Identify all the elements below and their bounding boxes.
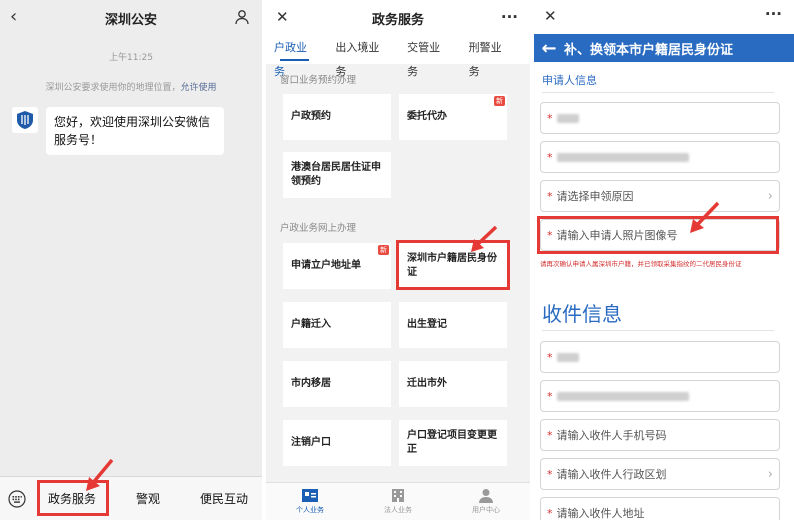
location-notice: 深圳公安要求使用你的地理位置，允许使用 — [0, 80, 262, 93]
red-arrow-icon — [86, 458, 114, 491]
tile-label: 港澳台居民居住证申领预约 — [291, 162, 381, 187]
chat-message: 您好，欢迎使用深圳公安微信服务号！ — [0, 107, 262, 155]
divider — [542, 330, 774, 331]
tile-move-in[interactable]: 户籍迁入 — [283, 302, 391, 348]
close-icon[interactable]: ✕ — [544, 7, 557, 25]
location-notice-text: 深圳公安要求使用你的地理位置， — [45, 83, 181, 93]
building-icon — [392, 489, 404, 502]
tile-hk-macao-taiwan[interactable]: 港澳台居民居住证申领预约 — [283, 152, 391, 198]
red-arrow-icon — [471, 225, 498, 252]
tile-cancel-hukou[interactable]: 注销户口 — [283, 420, 391, 466]
applicant-name-field[interactable]: * — [540, 102, 780, 134]
chevron-right-icon: › — [767, 189, 773, 204]
chevron-right-icon: › — [767, 467, 773, 482]
redacted-value — [556, 352, 579, 362]
gov-services-screen: ✕ 政务服务 ··· 户政业务 出入境业务 交管业务 刑警业务 窗口业务预约办理… — [266, 0, 530, 520]
police-shield-icon — [17, 111, 33, 129]
nav-label: 用户中心 — [472, 506, 500, 514]
tile-label: 市内移居 — [291, 378, 331, 389]
redacted-value — [556, 152, 689, 162]
nav-personal[interactable]: 个人业务 — [266, 483, 354, 520]
red-arrow-icon — [690, 201, 720, 233]
tile-label: 户籍迁入 — [291, 319, 331, 330]
chat-screen: ‹ 深圳公安 上午11:25 深圳公安要求使用你的地理位置，允许使用 您好，欢迎… — [0, 0, 262, 520]
message-bubble: 您好，欢迎使用深圳公安微信服务号！ — [46, 107, 224, 155]
chat-title: 深圳公安 — [104, 12, 157, 28]
services-title: 政务服务 — [371, 12, 424, 28]
address-placeholder: 请输入收件人地址 — [556, 507, 645, 520]
section-online: 户政业务网上办理 — [280, 223, 357, 234]
divider — [542, 92, 774, 93]
nav-user-center[interactable]: 用户中心 — [442, 483, 530, 520]
tile-label: 申请立户地址单 — [291, 260, 361, 271]
recipient-district-select[interactable]: * 请输入收件人行政区划 › — [540, 458, 780, 490]
tile-move-out[interactable]: 迁出市外 — [399, 361, 507, 407]
more-icon[interactable]: ··· — [765, 6, 782, 22]
recipient-phone-input[interactable]: * 请输入收件人手机号码 — [540, 419, 780, 451]
tab-jiaoguan[interactable]: 交管业务 — [407, 36, 448, 78]
recipient-id-field[interactable]: * — [540, 380, 780, 412]
tile-label: 迁出市外 — [407, 378, 447, 389]
chat-topbar: ‹ 深圳公安 — [0, 0, 262, 36]
menu-convenience[interactable]: 便民互动 — [186, 490, 262, 507]
tab-xingjing[interactable]: 刑警业务 — [469, 36, 510, 78]
district-placeholder: 请输入收件人行政区划 — [556, 468, 667, 481]
bottom-nav: 个人业务 法人业务 用户中心 — [266, 482, 530, 520]
redacted-value — [556, 113, 579, 123]
services-topbar: ✕ 政务服务 ··· — [266, 0, 530, 36]
delivery-section-title: 收件信息 — [542, 302, 622, 326]
id-card-form-screen: ✕ ··· ← 补、换领本市户籍居民身份证 申请人信息 * * * 请选择申领原因… — [534, 0, 794, 520]
services-tabs: 户政业务 出入境业务 交管业务 刑警业务 — [266, 36, 530, 78]
tile-birth[interactable]: 出生登记 — [399, 302, 507, 348]
tile-address-form[interactable]: 申请立户地址单 新 — [283, 243, 391, 289]
tile-label: 户口登记项目变更更正 — [407, 430, 497, 455]
new-badge: 新 — [378, 245, 389, 255]
recipient-address-input[interactable]: * 请输入收件人地址 — [540, 497, 780, 520]
tile-label: 出生登记 — [407, 319, 447, 330]
more-icon[interactable]: ··· — [501, 9, 518, 25]
profile-icon[interactable] — [234, 9, 250, 28]
nav-label: 个人业务 — [296, 506, 324, 514]
redacted-value — [556, 391, 689, 401]
tile-record-change[interactable]: 户口登记项目变更更正 — [399, 420, 507, 466]
close-icon[interactable]: ✕ — [276, 8, 289, 26]
back-chevron-icon[interactable]: ‹ — [10, 8, 17, 26]
tile-label: 委托代办 — [407, 111, 447, 122]
applicant-section-title: 申请人信息 — [542, 74, 597, 87]
fingerprint-note: 请再次确认申请人属深圳市户籍，并已领取采集指纹的二代居民身份证 — [540, 260, 742, 268]
tab-huzheng[interactable]: 户政业务 — [274, 36, 315, 78]
back-arrow-icon[interactable]: ← — [534, 38, 564, 59]
message-time: 上午11:25 — [109, 53, 153, 63]
user-icon — [479, 489, 493, 503]
personal-icon — [302, 489, 318, 502]
form-header: ← 补、换领本市户籍居民身份证 — [534, 34, 794, 62]
reason-placeholder: 请选择申领原因 — [556, 190, 634, 203]
phone-placeholder: 请输入收件人手机号码 — [556, 429, 667, 442]
form-title: 补、换领本市户籍居民身份证 — [564, 42, 734, 58]
highlight-box — [537, 216, 779, 254]
menu-jingguan[interactable]: 警观 — [110, 490, 186, 507]
tab-churujing[interactable]: 出入境业务 — [335, 36, 387, 78]
recipient-name-field[interactable]: * — [540, 341, 780, 373]
avatar[interactable] — [12, 107, 38, 133]
tile-label: 注销户口 — [291, 437, 331, 448]
tile-intra-city[interactable]: 市内移居 — [283, 361, 391, 407]
nav-legal[interactable]: 法人业务 — [354, 483, 442, 520]
tile-huzheng-booking[interactable]: 户政预约 — [283, 94, 391, 140]
reason-select[interactable]: * 请选择申领原因 › — [540, 180, 780, 212]
tile-entrust[interactable]: 委托代办 新 — [399, 94, 507, 140]
nav-label: 法人业务 — [384, 506, 412, 514]
tile-label: 户政预约 — [291, 111, 331, 122]
applicant-id-field[interactable]: * — [540, 141, 780, 173]
new-badge: 新 — [494, 96, 505, 106]
allow-location-link[interactable]: 允许使用 — [181, 83, 217, 93]
section-window-booking: 窗口业务预约办理 — [280, 75, 357, 86]
keyboard-icon[interactable] — [0, 489, 34, 508]
form-topbar: ✕ ··· — [534, 0, 794, 34]
